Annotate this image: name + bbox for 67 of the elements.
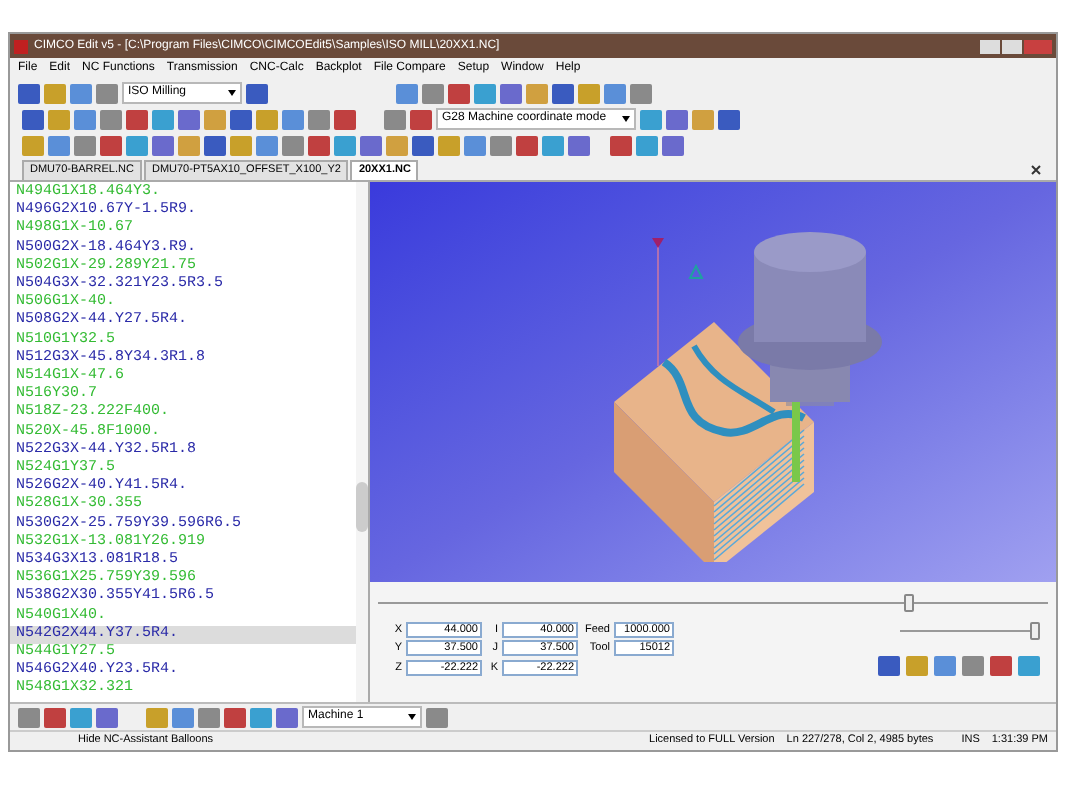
toolbar-button[interactable]	[334, 135, 356, 155]
toolbar-button[interactable]	[250, 707, 272, 727]
toolbar-button[interactable]	[516, 135, 538, 155]
toolbar-button[interactable]	[70, 83, 92, 103]
toolbar-button[interactable]	[282, 135, 304, 155]
toolbar-button[interactable]	[662, 135, 684, 155]
scrollbar[interactable]	[356, 182, 368, 702]
toolbar-button[interactable]	[542, 135, 564, 155]
toolbar-button[interactable]	[604, 83, 626, 103]
toolbar-button[interactable]	[630, 83, 652, 103]
caret-icon	[228, 90, 236, 96]
toolbar-button[interactable]	[74, 135, 96, 155]
toolbar-button[interactable]	[172, 707, 194, 727]
toolbar-button[interactable]	[490, 135, 512, 155]
toolbar-button[interactable]	[230, 109, 252, 129]
toolbar-button[interactable]	[70, 707, 92, 727]
close-button[interactable]	[1028, 162, 1044, 178]
toolbar-button[interactable]	[384, 109, 406, 129]
app-icon	[14, 39, 28, 53]
toolbar-button[interactable]	[412, 135, 434, 155]
toolbar-button[interactable]	[666, 109, 688, 129]
toolbar-button[interactable]	[18, 707, 40, 727]
toolbar-button[interactable]	[198, 707, 220, 727]
toolbar-button[interactable]	[48, 135, 70, 155]
slider-thumb[interactable]	[1030, 622, 1040, 640]
toolbar-button[interactable]	[396, 83, 418, 103]
toolbar-button[interactable]	[96, 707, 118, 727]
toolbar-button[interactable]	[224, 707, 246, 727]
toolbar-button[interactable]	[422, 83, 444, 103]
toolbar-button[interactable]	[308, 135, 330, 155]
minimize-button[interactable]	[980, 39, 1000, 53]
toolbar-button[interactable]	[568, 135, 590, 155]
toolbar-button[interactable]	[636, 135, 658, 155]
toolbar-button[interactable]	[464, 135, 486, 155]
toolbar-button[interactable]	[44, 707, 66, 727]
toolbar-button[interactable]	[552, 83, 574, 103]
toolbar-button[interactable]	[640, 109, 662, 129]
toolbar-button[interactable]	[334, 109, 356, 129]
maximize-button[interactable]	[1002, 39, 1022, 53]
toolbar-button[interactable]	[100, 135, 122, 155]
caret-icon	[408, 714, 416, 720]
toolbar-button[interactable]	[100, 109, 122, 129]
toolbar-button[interactable]	[610, 135, 632, 155]
toolbar-button[interactable]	[178, 109, 200, 129]
toolbar-button[interactable]	[204, 135, 226, 155]
toolbar-button[interactable]	[282, 109, 304, 129]
caret-icon	[622, 116, 630, 122]
toolbar-button[interactable]	[152, 135, 174, 155]
toolbar-button[interactable]	[474, 83, 496, 103]
toolbar-button[interactable]	[448, 83, 470, 103]
toolbar-button[interactable]	[500, 83, 522, 103]
toolbar-button[interactable]	[246, 83, 268, 103]
toolbar-button[interactable]	[276, 707, 298, 727]
toolbar-button[interactable]	[410, 109, 432, 129]
toolbar-button[interactable]	[308, 109, 330, 129]
toolbar-button[interactable]	[256, 135, 278, 155]
toolbar-button[interactable]	[126, 109, 148, 129]
toolbar-button[interactable]	[126, 135, 148, 155]
toolbar-button[interactable]	[426, 707, 448, 727]
toolbar-button[interactable]	[360, 135, 382, 155]
toolbar-button[interactable]	[18, 83, 40, 103]
slider-thumb[interactable]	[904, 594, 914, 612]
toolbar-button[interactable]	[96, 83, 118, 103]
toolbar-button[interactable]	[22, 109, 44, 129]
toolbar-button[interactable]	[718, 109, 740, 129]
toolbar-button[interactable]	[74, 109, 96, 129]
toolbar-button[interactable]	[152, 109, 174, 129]
